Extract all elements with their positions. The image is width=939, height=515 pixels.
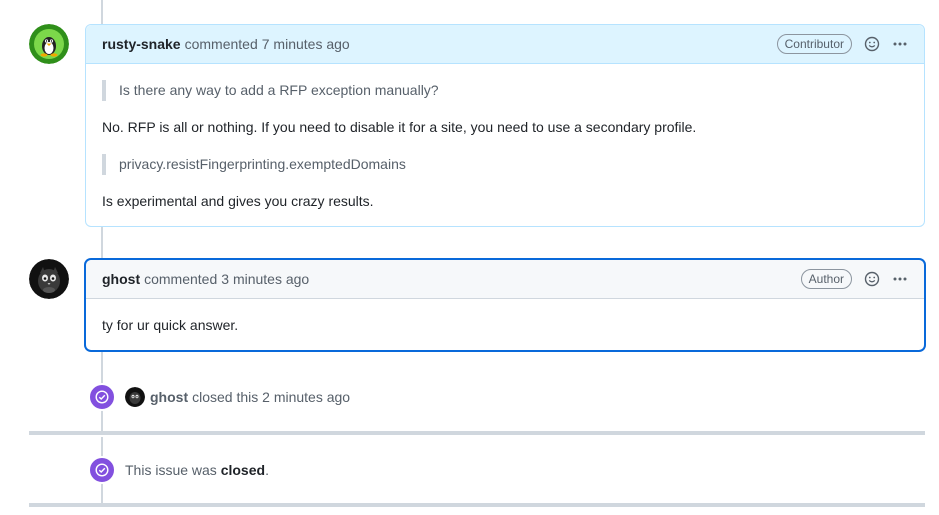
comment-rusty-snake: rusty-snake commented 7 minutes ago Cont…: [85, 24, 925, 227]
comment-ghost: ghost commented 3 minutes ago Author ty …: [85, 259, 925, 351]
comment-timestamp[interactable]: 3 minutes ago: [221, 271, 309, 287]
kebab-horizontal-icon[interactable]: [892, 271, 908, 287]
closed-notice-state: closed: [220, 462, 266, 478]
event-actor-link[interactable]: ghost: [150, 389, 188, 405]
comment-author-link[interactable]: rusty-snake: [102, 36, 181, 52]
comment-author-link[interactable]: ghost: [102, 271, 140, 287]
closed-notice-suffix: .: [265, 462, 269, 478]
comment-action: commented: [184, 36, 258, 52]
comment-header: rusty-snake commented 7 minutes ago Cont…: [86, 25, 924, 64]
closed-notice: This issue was closed.: [88, 456, 269, 484]
comment-header: ghost commented 3 minutes ago Author: [86, 260, 924, 299]
blockquote: Is there any way to add a RFP exception …: [102, 80, 908, 101]
issue-closed-icon: [88, 456, 116, 484]
closed-event: ghost closed this 2 minutes ago: [88, 383, 350, 411]
tux-avatar-icon: [29, 24, 69, 64]
comment-paragraph: Is experimental and gives you crazy resu…: [102, 193, 374, 209]
comment-body: ty for ur quick answer.: [86, 299, 924, 352]
avatar-ghost-small[interactable]: [125, 387, 145, 407]
contributor-badge: Contributor: [776, 34, 852, 54]
smiley-icon[interactable]: [864, 271, 880, 287]
comment-body: Is there any way to add a RFP exception …: [86, 64, 924, 228]
closed-notice-text: This issue was closed.: [125, 462, 269, 478]
blockquote: privacy.resistFingerprinting.exemptedDom…: [102, 154, 908, 175]
comment-timestamp[interactable]: 7 minutes ago: [262, 36, 350, 52]
comment-paragraph: ty for ur quick answer.: [102, 317, 239, 333]
closed-notice-prefix: This issue was: [125, 462, 217, 478]
author-badge: Author: [800, 269, 852, 289]
issue-closed-icon: [88, 383, 116, 411]
comment-paragraph: No. RFP is all or nothing. If you need t…: [102, 119, 697, 135]
ghost-avatar-icon: [29, 259, 69, 299]
timeline-divider: [29, 431, 925, 435]
avatar-rusty-snake[interactable]: [29, 24, 69, 64]
timeline-divider: [29, 503, 925, 507]
timeline-line: [101, 0, 103, 24]
kebab-horizontal-icon[interactable]: [892, 36, 908, 52]
smiley-icon[interactable]: [864, 36, 880, 52]
avatar-ghost[interactable]: [29, 259, 69, 299]
timeline-line: [101, 227, 103, 259]
event-text: closed this 2 minutes ago: [192, 389, 351, 405]
comment-action: commented: [144, 271, 218, 287]
